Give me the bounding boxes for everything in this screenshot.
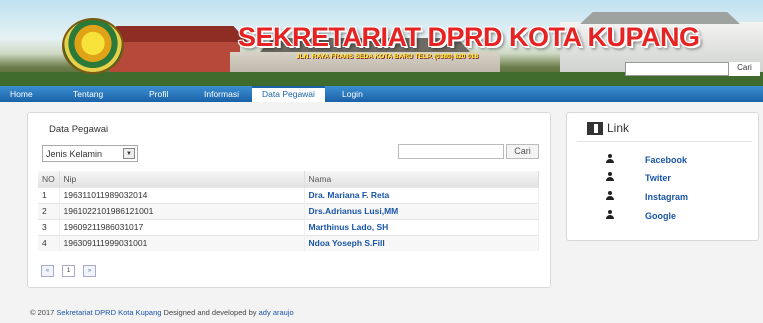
user-icon [605,210,615,220]
table-row: 2 1961022101986121001 Drs.Adrianus Lusi,… [38,202,539,219]
row-number: 3 [38,218,60,235]
user-icon [605,172,615,182]
main-nav: Home Tentang Profil Informasi Data Pegaw… [0,86,763,102]
row-name-link[interactable]: Marthinus Lado, SH [304,218,539,235]
row-name-link[interactable]: Ndoa Yoseph S.Fill [304,234,539,251]
employee-table: NO Nip Nama 1 196311011989032014 Dra. Ma… [38,171,539,251]
row-number: 1 [38,186,60,203]
column-header-nama[interactable]: Nama [304,171,539,187]
header-search-button[interactable]: Cari [728,62,760,76]
city-emblem-logo [62,18,124,74]
row-nip: 196309111999031001 [59,234,305,251]
user-icon [605,191,615,201]
row-nip: 196311011989032014 [59,186,305,203]
row-number: 2 [38,202,60,219]
site-address: JLN. RAYA FRANS SEDA KOTA BARU TELP. (03… [296,53,479,60]
search-button[interactable]: Cari [506,144,539,159]
footer-author-link[interactable]: ady araujo [259,308,294,317]
pagination-next-button[interactable]: » [83,265,96,277]
table-row: 3 19609211986031017 Marthinus Lado, SH [38,218,539,235]
nav-item-home[interactable]: Home [10,86,33,102]
pagination-prev-button[interactable]: « [41,265,54,277]
row-name-link[interactable]: Dra. Mariana F. Reta [304,186,539,203]
filter-selected-value: Jenis Kelamin [46,149,103,159]
sidebar-link-label[interactable]: Instagram [645,192,688,202]
nav-item-login[interactable]: Login [342,86,363,102]
site-title: SEKRETARIAT DPRD KOTA KUPANG [238,22,700,52]
sidebar-link-label[interactable]: Twiter [645,173,671,183]
nav-item-data-pegawai[interactable]: Data Pegawai [252,86,325,102]
row-name-link[interactable]: Drs.Adrianus Lusi,MM [304,202,539,219]
sidebar-link-label[interactable]: Google [645,211,676,221]
user-icon [605,154,615,164]
row-nip: 19609211986031017 [59,218,305,235]
nav-item-tentang[interactable]: Tentang [73,86,103,102]
panel-title: Data Pegawai [49,124,109,135]
table-row: 1 196311011989032014 Dra. Mariana F. Ret… [38,186,539,203]
footer: © 2017 Sekretariat DPRD Kota Kupang Desi… [30,308,294,317]
gender-filter-select[interactable]: Jenis Kelamin ▼ [42,145,138,162]
link-sidebar: Link Facebook Twiter Instagram Google [566,112,759,241]
sidebar-link-label[interactable]: Facebook [645,155,687,165]
data-pegawai-panel: Data Pegawai Jenis Kelamin ▼ Cari NO Nip… [27,112,551,288]
column-header-no[interactable]: NO [38,171,60,187]
footer-org-link[interactable]: Sekretariat DPRD Kota Kupang [56,308,161,317]
row-nip: 1961022101986121001 [59,202,305,219]
sidebar-title: Link [607,121,630,135]
pagination-page-button[interactable]: 1 [62,265,75,277]
table-row: 4 196309111999031001 Ndoa Yoseph S.Fill [38,234,539,251]
header-banner: SEKRETARIAT DPRD KOTA KUPANG JLN. RAYA F… [0,0,763,86]
search-input[interactable] [398,144,504,159]
footer-copyright: © 2017 [30,308,55,317]
nav-item-profil[interactable]: Profil [149,86,168,102]
row-number: 4 [38,234,60,251]
divider [577,141,752,142]
column-header-nip[interactable]: Nip [59,171,305,187]
bookmark-icon [587,122,603,135]
chevron-down-icon[interactable]: ▼ [123,148,135,159]
footer-designed-text: Designed and developed by [163,308,257,317]
nav-item-informasi[interactable]: Informasi [204,86,239,102]
